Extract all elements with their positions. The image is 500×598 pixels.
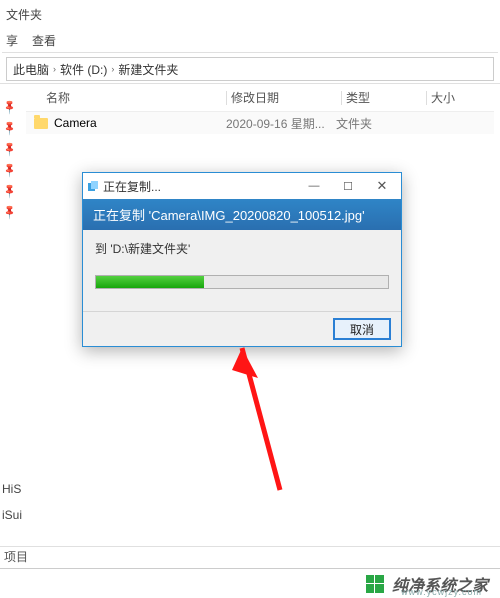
sidebar-links: HiS iSui [0,476,22,528]
pin-icon: 📌 [2,183,19,200]
breadcrumb[interactable]: 此电脑 › 软件 (D:) › 新建文件夹 [6,57,494,81]
progress-bar [95,275,389,289]
pin-icon: 📌 [2,162,19,179]
breadcrumb-drive[interactable]: 软件 (D:) [60,61,107,78]
cancel-button[interactable]: 取消 [333,318,391,340]
quick-access-rail: 📌 📌 📌 📌 📌 📌 [0,84,20,543]
chevron-right-icon: › [53,64,56,74]
watermark-footer: 纯净系统之家 www.ycwjzy.com [0,568,500,598]
file-type: 文件夹 [336,115,416,132]
table-row[interactable]: Camera 2020-09-16 星期... 文件夹 [26,112,494,134]
pin-icon: 📌 [2,120,19,137]
brand-url: www.ycwjzy.com [401,587,482,597]
column-header-name[interactable]: 名称 [26,89,226,106]
column-header-date[interactable]: 修改日期 [231,89,341,106]
minimize-button[interactable]: — [297,174,331,198]
dialog-destination: 到 'D:\新建文件夹' [95,240,389,257]
close-button[interactable]: ✕ [365,174,399,198]
dialog-title: 正在复制... [103,178,161,195]
dialog-titlebar[interactable]: 正在复制... — ☐ ✕ [83,173,401,199]
copy-dialog: 正在复制... — ☐ ✕ 正在复制 'Camera\IMG_20200820_… [82,172,402,347]
copy-icon [87,180,99,192]
file-name: Camera [54,116,97,130]
ribbon-tab-folder[interactable]: 文件夹 [6,6,42,23]
breadcrumb-root[interactable]: 此电脑 [13,61,49,78]
file-date: 2020-09-16 星期... [226,115,336,132]
brand-logo-icon [366,575,384,593]
pin-icon: 📌 [2,141,19,158]
folder-icon [34,118,48,129]
ribbon-share[interactable]: 享 [6,32,18,49]
column-header-type[interactable]: 类型 [346,89,426,106]
pin-icon: 📌 [2,204,19,221]
sidebar-item[interactable]: iSui [0,502,22,528]
progress-fill [96,276,204,288]
chevron-right-icon: › [111,64,114,74]
sidebar-item[interactable]: HiS [0,476,22,502]
ribbon-view[interactable]: 查看 [32,32,56,49]
column-header-size[interactable]: 大小 [431,89,491,106]
status-bar: 项目 [0,546,500,566]
maximize-button[interactable]: ☐ [331,174,365,198]
dialog-banner: 正在复制 'Camera\IMG_20200820_100512.jpg' [83,199,401,230]
pin-icon: 📌 [2,99,19,116]
status-label: 项目 [4,548,28,565]
breadcrumb-folder[interactable]: 新建文件夹 [118,61,178,78]
